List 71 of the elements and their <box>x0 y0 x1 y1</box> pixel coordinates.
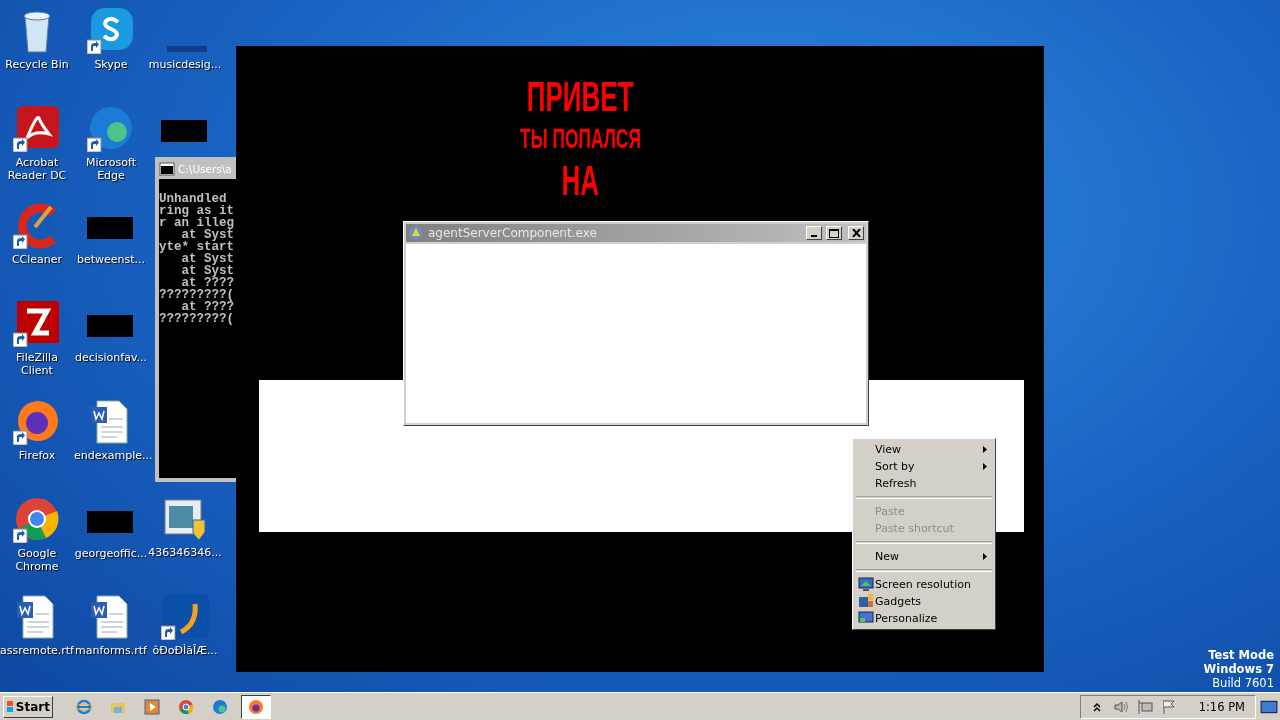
os-notice-text: Windows 7 <box>1203 662 1274 676</box>
firefox-icon <box>248 698 264 715</box>
taskbar-app-button[interactable] <box>241 694 271 719</box>
icon-label: Skype <box>94 58 128 71</box>
menu-item[interactable]: Personalize <box>855 610 993 627</box>
windows-logo-icon <box>6 699 14 714</box>
icon-label: georgeoffic... <box>74 546 148 560</box>
app-icon <box>408 225 424 241</box>
icon-label: musicdesig... <box>148 58 222 71</box>
console-icon <box>159 160 175 177</box>
os-notice-text: Test Mode <box>1208 648 1274 662</box>
ie-icon <box>76 698 92 715</box>
clock[interactable]: 1:16 PM <box>1198 699 1245 714</box>
gadgets-icon <box>858 593 874 609</box>
flag-icon[interactable] <box>1160 698 1177 715</box>
icon-label: Google Chrome <box>14 546 60 573</box>
updater-icon[interactable] <box>161 592 209 640</box>
menu-item[interactable]: Sort by <box>855 458 993 475</box>
icon-label: 436346346... <box>148 546 222 559</box>
icon-label: Recycle Bin <box>5 58 69 71</box>
menu-item[interactable]: Refresh <box>855 475 993 492</box>
network-icon[interactable] <box>1136 698 1153 715</box>
icon-label: Microsoft Edge <box>84 155 138 182</box>
window-title: C:\Users\a <box>178 162 232 175</box>
os-notice-text: Build 7601 <box>1212 676 1274 690</box>
warning-text: ПРИВЕТ <box>526 74 634 120</box>
minimize-button[interactable] <box>806 226 822 240</box>
edge-icon <box>212 698 228 715</box>
icon-label: CCleaner <box>11 253 63 267</box>
icon-label: manforms.rtf <box>75 644 147 658</box>
console-line: at ???? <box>181 301 235 313</box>
close-icon <box>851 229 861 237</box>
media-player-icon <box>144 698 160 715</box>
console-line: at Syst <box>181 229 235 241</box>
maximize-button[interactable] <box>826 226 842 240</box>
acrobat-icon[interactable] <box>13 103 61 152</box>
console-line: r an illeg <box>159 217 235 229</box>
console-line: ?????????( <box>159 313 235 325</box>
window-title: agentServerComponent.exe <box>428 226 598 240</box>
console-line: yte* start <box>159 241 235 253</box>
icon-label: FileZilla Client <box>15 351 59 378</box>
filezilla-icon[interactable] <box>13 299 61 348</box>
close-button[interactable] <box>848 226 864 240</box>
console-line: ?????????( <box>159 289 235 301</box>
personalize-icon <box>858 610 874 626</box>
icon-label: ôÐoÐÌãÎÆ... <box>152 644 218 657</box>
menu-item[interactable]: Screen resolution <box>855 576 993 593</box>
console-line: at Syst <box>181 253 235 265</box>
console-line: at ???? <box>181 277 235 289</box>
warning-text: НА <box>561 158 599 204</box>
icon-label: betweenst... <box>76 253 146 267</box>
chrome-icon <box>178 698 194 715</box>
menu-item[interactable]: Gadgets <box>855 593 993 610</box>
monitor-icon <box>858 576 874 592</box>
console-line: at Syst <box>180 265 235 277</box>
menu-item[interactable]: New <box>855 548 993 565</box>
icon-label: Acrobat Reader DC <box>6 155 68 182</box>
console-line: ring as it <box>159 205 235 217</box>
console-line: Unhandled <box>159 193 227 205</box>
maximize-icon <box>829 228 839 238</box>
icon-label: Firefox <box>18 448 56 462</box>
skype-icon[interactable] <box>87 6 135 54</box>
icon-label: assremote.rtf <box>0 644 74 658</box>
submenu-arrow-icon <box>983 553 987 560</box>
speaker-icon[interactable] <box>1112 698 1129 715</box>
submenu-arrow-icon <box>983 463 987 470</box>
warning-text: ТЫ ПОПАЛСЯ <box>519 122 641 156</box>
menu-item[interactable]: View <box>855 441 993 458</box>
submenu-arrow-icon <box>983 446 987 453</box>
icon-label: decisionfav... <box>74 351 148 365</box>
start-button[interactable]: Start <box>3 695 53 718</box>
